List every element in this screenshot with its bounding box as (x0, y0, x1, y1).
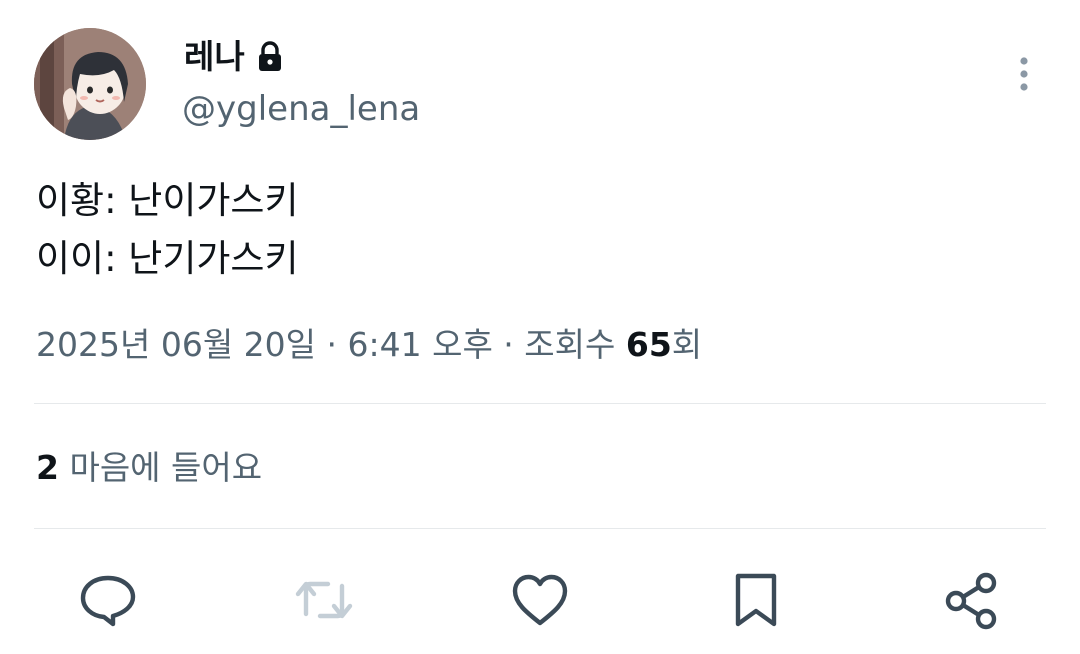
likes-label: 마음에 들어요 (58, 448, 263, 487)
display-name[interactable]: 레나 (184, 36, 245, 78)
tweet-line: 이이: 난기가스키 (36, 237, 299, 280)
avatar-image (34, 28, 146, 140)
share-icon[interactable] (942, 570, 1002, 630)
tweet-meta: 2025년 06월 20일 · 6:41 오후 · 조회수 65회 (36, 322, 702, 368)
handle[interactable]: @yglena_lena (182, 88, 420, 130)
tweet-text: 이황: 난이가스키 이이: 난기가스키 (36, 172, 299, 288)
likes-count: 2 (36, 448, 59, 487)
lock-icon (257, 41, 283, 73)
views-count: 65 (625, 325, 672, 364)
likes-summary[interactable]: 2 마음에 들어요 (36, 446, 262, 490)
more-vertical-icon[interactable] (1010, 56, 1038, 92)
retweet-icon[interactable] (294, 570, 354, 630)
avatar[interactable] (34, 28, 146, 140)
reply-icon[interactable] (78, 570, 138, 630)
divider (34, 528, 1046, 529)
author-header[interactable]: 레나 (184, 36, 283, 78)
divider (34, 403, 1046, 404)
timestamp[interactable]: 2025년 06월 20일 · 6:41 오후 · 조회수 (36, 325, 626, 364)
tweet-line: 이황: 난이가스키 (36, 179, 299, 222)
views-suffix: 회 (671, 325, 703, 364)
like-icon[interactable] (510, 570, 570, 630)
bookmark-icon[interactable] (726, 570, 786, 630)
